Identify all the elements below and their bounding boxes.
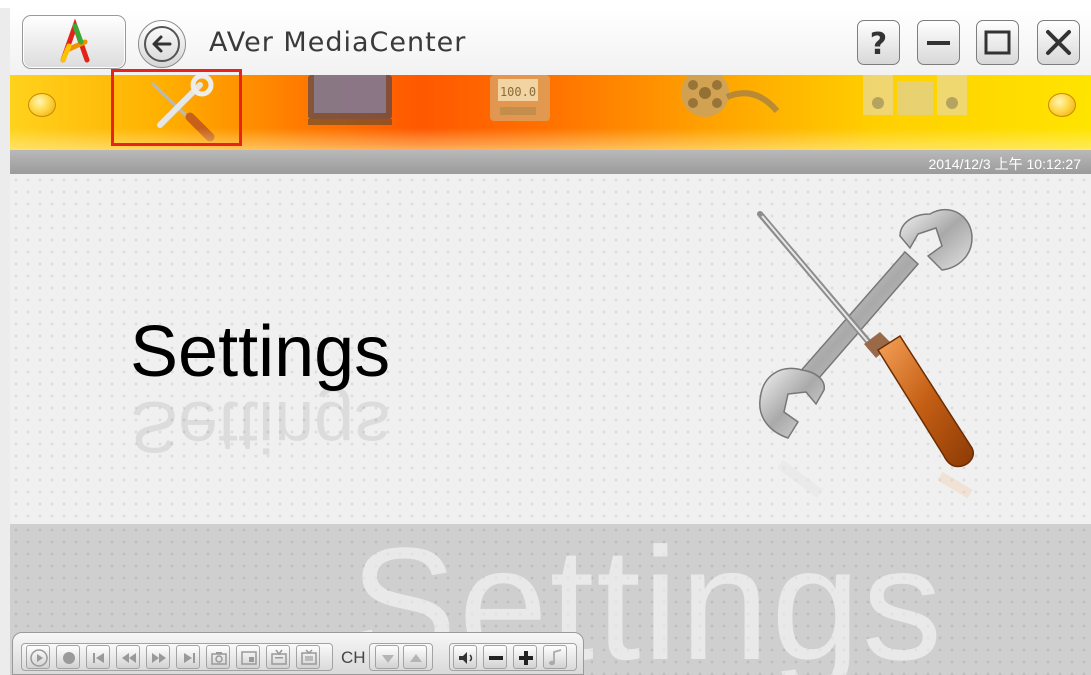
window-left-edge	[0, 8, 10, 675]
app-title: AVer MediaCenter	[209, 27, 467, 58]
teletext-icon	[271, 649, 287, 665]
scroll-left-icon[interactable]	[28, 93, 56, 117]
app-menu-button[interactable]	[22, 15, 126, 69]
nav-item-tv[interactable]	[300, 75, 410, 145]
channel-up-button[interactable]	[403, 645, 427, 669]
help-button[interactable]: ?	[857, 20, 900, 65]
wrench-screwdriver-illustration	[757, 208, 974, 499]
rewind-button[interactable]	[116, 645, 140, 669]
snapshot-button[interactable]	[206, 645, 230, 669]
skip-next-icon	[184, 653, 195, 663]
page-title-reflection: Settings	[130, 386, 391, 466]
svg-text:?: ?	[870, 27, 887, 62]
scroll-right-icon[interactable]	[1048, 93, 1076, 117]
volume-down-button[interactable]	[483, 645, 507, 669]
channel-label: CH	[341, 648, 366, 667]
back-button[interactable]	[138, 20, 186, 68]
pip-icon	[241, 651, 257, 665]
play-button[interactable]	[26, 645, 50, 669]
channel-up-icon	[410, 654, 422, 662]
pip-button[interactable]	[236, 645, 260, 669]
film-reel-icon	[681, 75, 780, 117]
fast-forward-icon	[152, 653, 166, 663]
page-title: Settings	[130, 312, 391, 392]
back-arrow-icon	[144, 26, 180, 62]
skip-next-button[interactable]	[176, 645, 200, 669]
title-bar: AVer MediaCenter ?	[10, 8, 1091, 78]
tv-icon	[308, 75, 392, 125]
close-icon	[1046, 30, 1071, 55]
volume-up-button[interactable]	[513, 645, 537, 669]
epg-button[interactable]	[296, 645, 320, 669]
record-button[interactable]	[56, 645, 80, 669]
nav-selection-highlight	[111, 69, 242, 146]
teletext-button[interactable]	[266, 645, 290, 669]
nav-item-video[interactable]	[665, 75, 795, 145]
status-bar: 2014/12/3 上午 10:12:27	[10, 150, 1091, 174]
channel-down-icon	[382, 655, 394, 663]
skip-previous-icon	[93, 653, 104, 663]
minimize-button[interactable]	[917, 20, 960, 65]
play-icon	[30, 649, 48, 667]
rewind-icon	[122, 653, 136, 663]
maximize-button[interactable]	[976, 20, 1019, 65]
speakers-icon	[863, 75, 967, 115]
radio-icon: 100.0	[490, 75, 550, 121]
close-button[interactable]	[1037, 20, 1080, 65]
channel-down-button[interactable]	[375, 645, 399, 669]
nav-item-music[interactable]	[855, 75, 975, 145]
volume-icon	[459, 652, 473, 664]
clock-text: 2014/12/3 上午 10:12:27	[928, 156, 1081, 172]
maximize-icon	[984, 30, 1011, 55]
snapshot-icon	[211, 652, 227, 665]
fast-forward-button[interactable]	[146, 645, 170, 669]
svg-text:100.0: 100.0	[500, 85, 536, 99]
record-icon	[63, 652, 75, 664]
settings-panel: Settings Settings	[10, 174, 1091, 524]
player-toolbar: CH	[12, 632, 584, 675]
audio-icon	[549, 649, 562, 666]
question-mark-icon: ?	[870, 27, 887, 62]
aver-logo-icon	[60, 18, 90, 63]
minimize-icon	[927, 41, 950, 45]
skip-previous-button[interactable]	[86, 645, 110, 669]
volume-down-icon	[489, 656, 503, 660]
epg-icon	[301, 649, 317, 665]
audio-button[interactable]	[543, 645, 567, 669]
mute-button[interactable]	[453, 645, 477, 669]
nav-item-radio[interactable]: 100.0	[480, 75, 590, 145]
volume-up-icon	[519, 651, 533, 665]
